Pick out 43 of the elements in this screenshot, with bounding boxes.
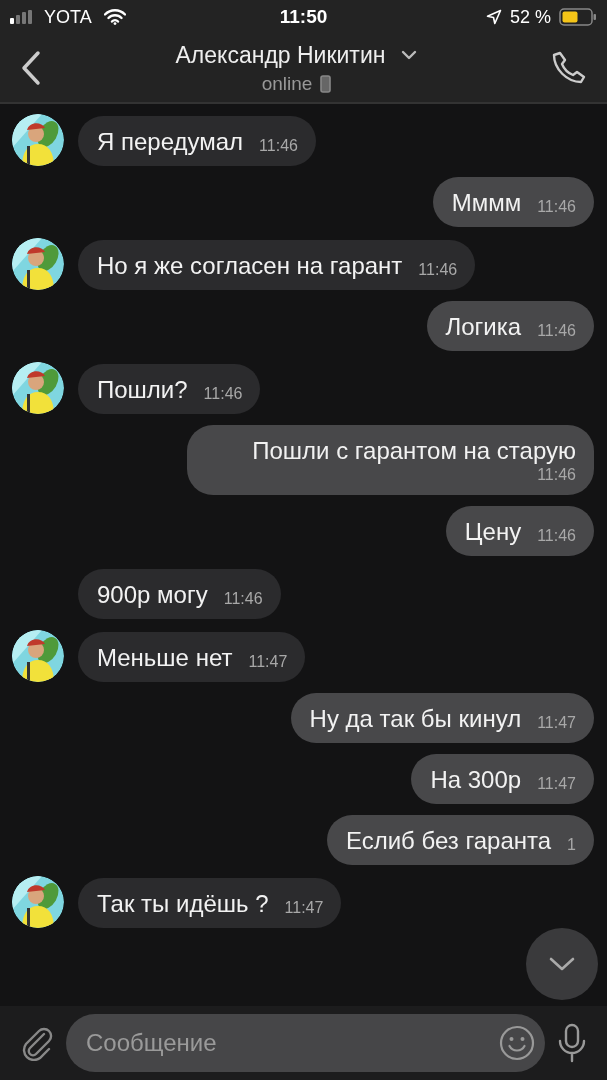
wifi-icon [103, 9, 126, 25]
message-text: Мммм [451, 188, 522, 217]
call-icon[interactable] [551, 50, 587, 86]
location-arrow-icon [485, 9, 502, 25]
paperclip-icon[interactable] [20, 1025, 54, 1061]
message-text: На 300р [430, 765, 522, 794]
message-text: Ну да так бы кинул [309, 704, 522, 733]
message-text: Но я же согласен на гарант [97, 251, 403, 280]
message-time: 11:46 [223, 589, 263, 609]
carrier-name: YOTA [44, 6, 92, 28]
message-time: 11:46 [537, 526, 576, 546]
message-time: 11:46 [203, 384, 243, 404]
message-time: 1 [567, 835, 576, 855]
emoji-icon[interactable] [499, 1025, 535, 1061]
message-time: 11:46 [418, 260, 458, 280]
microphone-icon[interactable] [557, 1023, 587, 1063]
phone-device-icon [320, 74, 332, 93]
back-icon[interactable] [20, 50, 42, 86]
message-text: Логика [445, 312, 522, 341]
message-time: 11:47 [284, 898, 324, 918]
message-text: Пошли с гарантом на старую [252, 436, 576, 465]
message-input[interactable]: Сообщение [66, 1014, 545, 1072]
message-time: 11:46 [537, 197, 576, 217]
message-text: 900р могу [97, 580, 208, 609]
contact-name[interactable]: Александр Никитин [175, 41, 386, 69]
message-text: Так ты идёшь ? [97, 889, 269, 918]
message-text: Меньше нет [97, 643, 233, 672]
message-time: 11:47 [537, 713, 576, 733]
message-text: Еслиб без гаранта [345, 826, 552, 855]
message-text: Я передумал [97, 127, 244, 156]
message-time: 11:46 [259, 136, 298, 156]
battery-icon [559, 8, 597, 26]
message-time: 11:47 [537, 774, 576, 794]
message-text: Пошли? [97, 375, 188, 404]
chevron-down-icon[interactable] [401, 50, 418, 60]
message-time: 11:47 [248, 652, 288, 672]
clock-time: 11:50 [279, 6, 328, 28]
message-text: Цену [464, 517, 522, 546]
online-status: online [261, 72, 313, 95]
message-time: 11:46 [537, 465, 576, 485]
chevron-down-icon [549, 957, 575, 971]
battery-percent: 52 % [509, 6, 551, 28]
message-time: 11:46 [537, 321, 576, 341]
